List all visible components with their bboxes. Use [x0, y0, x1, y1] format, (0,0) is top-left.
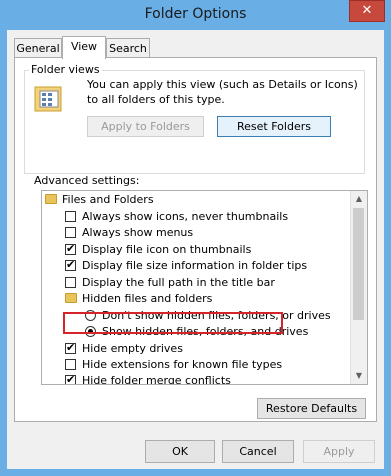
- list-item-label: Hide empty drives: [82, 342, 183, 355]
- list-item-label: Display the full path in the title bar: [82, 276, 275, 289]
- folder-options-window: Folder Options ✕ General View Search Fol…: [0, 0, 391, 476]
- list-item-label: Hidden files and folders: [82, 292, 213, 305]
- ok-button[interactable]: OK: [145, 440, 215, 463]
- tab-search[interactable]: Search: [106, 38, 150, 58]
- cancel-button[interactable]: Cancel: [222, 440, 294, 463]
- advanced-settings-label: Advanced settings:: [34, 174, 140, 187]
- list-item-label: Display file icon on thumbnails: [82, 243, 252, 256]
- dialog-client: General View Search Folder views You can…: [7, 30, 384, 469]
- view-tab-panel: Folder views You can apply this view (su…: [14, 57, 377, 422]
- checkbox[interactable]: [65, 359, 76, 370]
- folder-icon: [45, 194, 57, 204]
- list-item-label: Always show icons, never thumbnails: [82, 210, 289, 223]
- list-item-label: Files and Folders: [62, 193, 154, 206]
- restore-defaults-button[interactable]: Restore Defaults: [257, 398, 366, 419]
- checkbox[interactable]: [65, 241, 76, 257]
- list-scrollbar[interactable]: ▲ ▼: [350, 191, 367, 384]
- checkbox[interactable]: [65, 372, 76, 384]
- annotation-highlight-box: [63, 312, 283, 334]
- tab-general[interactable]: General: [14, 38, 62, 58]
- list-item-label: Hide folder merge conflicts: [82, 374, 231, 385]
- scroll-down-arrow-icon[interactable]: ▼: [351, 368, 367, 384]
- apply-to-folders-button[interactable]: Apply to Folders: [87, 116, 204, 137]
- list-item-label: Display file size information in folder …: [82, 259, 308, 272]
- close-button[interactable]: ✕: [349, 0, 385, 22]
- advanced-settings-list[interactable]: Files and Folders Always show icons, nev…: [41, 190, 368, 385]
- folder-views-icon: [33, 83, 63, 113]
- list-item-label: Always show menus: [82, 226, 194, 239]
- scrollbar-thumb[interactable]: [353, 208, 364, 320]
- reset-folders-button[interactable]: Reset Folders: [217, 116, 331, 137]
- folder-icon: [65, 293, 77, 303]
- checkbox[interactable]: [65, 340, 76, 356]
- list-item-label: Hide extensions for known file types: [82, 358, 283, 371]
- title-bar: Folder Options ✕: [0, 0, 391, 30]
- checkbox[interactable]: [65, 211, 76, 222]
- checkbox[interactable]: [65, 227, 76, 238]
- apply-button[interactable]: Apply: [303, 440, 375, 463]
- window-title: Folder Options: [144, 6, 247, 22]
- scroll-up-arrow-icon[interactable]: ▲: [351, 191, 367, 207]
- tab-view[interactable]: View: [62, 36, 106, 59]
- folder-views-description: You can apply this view (such as Details…: [87, 78, 358, 106]
- folder-views-group: Folder views You can apply this view (su…: [24, 63, 365, 174]
- checkbox[interactable]: [65, 257, 76, 273]
- checkbox[interactable]: [65, 277, 76, 288]
- folder-views-label: Folder views: [29, 63, 102, 76]
